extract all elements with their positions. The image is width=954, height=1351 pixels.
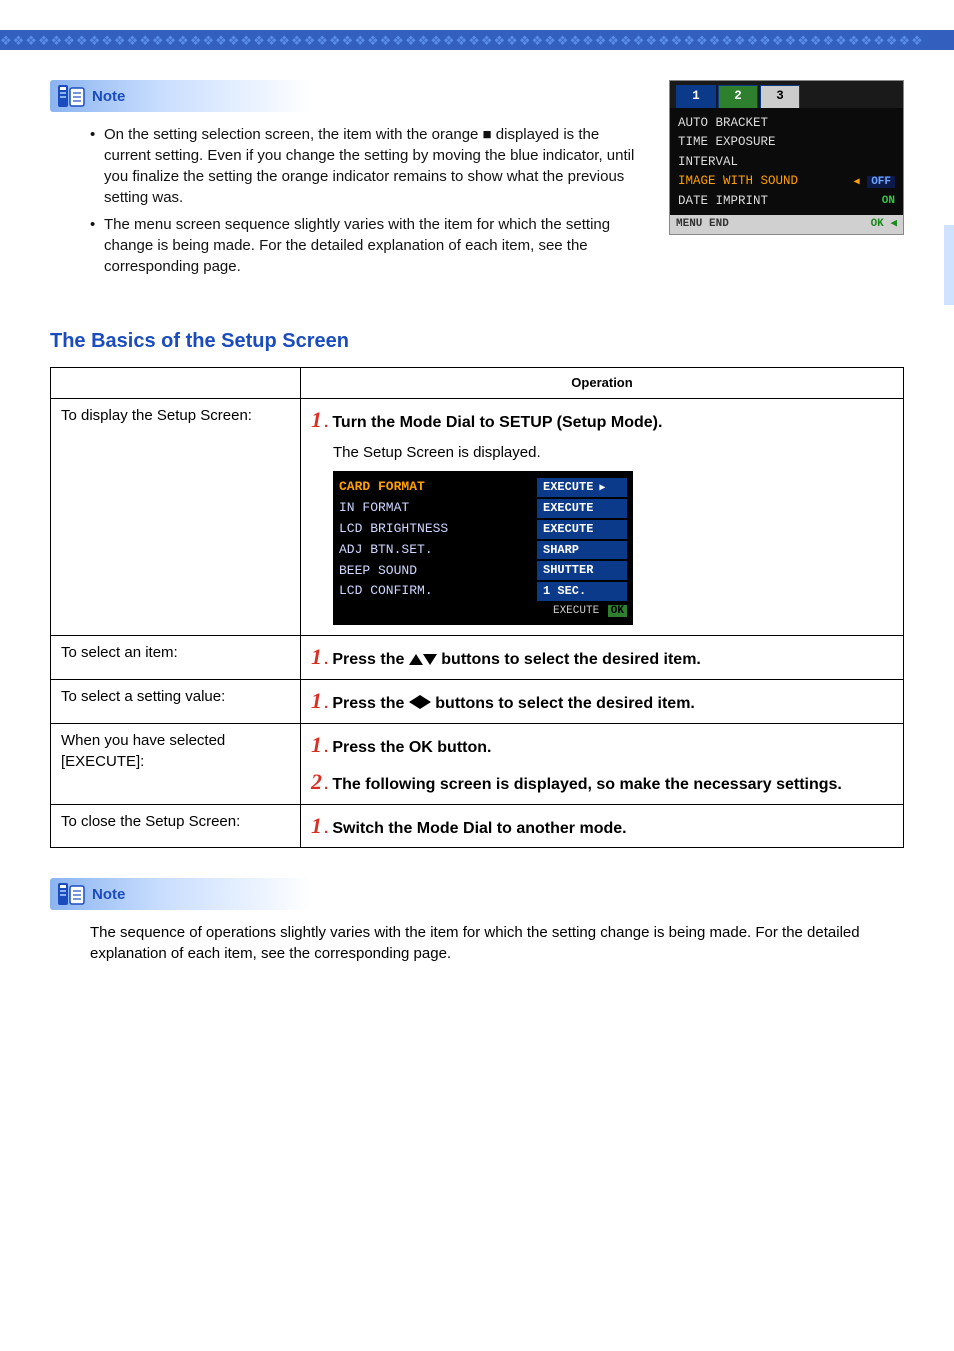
lcd-value: EXECUTE [537, 478, 627, 497]
row-operation: 1. Press the buttons to select the desir… [301, 680, 904, 724]
setup-basics-table: Operation To display the Setup Screen: 1… [50, 367, 904, 848]
camera-menu-screenshot: 1 2 3 AUTO BRACKET TIME EXPOSURE INTERVA… [669, 80, 904, 235]
row-operation: 1. Press the buttons to select the desir… [301, 636, 904, 680]
right-arrow-icon [420, 695, 431, 709]
lcd-label: ADJ BTN.SET. [339, 541, 433, 559]
menu-item: DATE IMPRINT [678, 193, 768, 211]
left-arrow-icon [409, 695, 420, 709]
row-label: To display the Setup Screen: [51, 399, 301, 636]
row-label: When you have selected [EXECUTE]: [51, 723, 301, 804]
lcd-label: BEEP SOUND [339, 562, 417, 580]
up-arrow-icon [409, 654, 423, 665]
menu-footer-right: OK ◀ [871, 217, 897, 232]
menu-tab-3: 3 [760, 85, 800, 108]
note-header: Note [50, 80, 325, 112]
note-label: Note [92, 884, 125, 905]
menu-value-off: OFF [867, 176, 895, 188]
row-label: To close the Setup Screen: [51, 804, 301, 848]
menu-item-highlighted: IMAGE WITH SOUND [678, 173, 798, 191]
row-operation: 1. Switch the Mode Dial to another mode. [301, 804, 904, 848]
menu-footer-left: MENU END [676, 217, 729, 232]
step-text-b: buttons to select the desired item. [437, 651, 701, 668]
section-heading: The Basics of the Setup Screen [50, 327, 904, 355]
lcd-footer: EXECUTE OK [339, 602, 627, 619]
step-text-a: Press the [332, 651, 408, 668]
down-arrow-icon [423, 654, 437, 665]
table-header-operation: Operation [301, 368, 904, 399]
note-item: On the setting selection screen, the ite… [90, 124, 650, 208]
menu-tab-2: 2 [718, 85, 758, 108]
lcd-label: IN FORMAT [339, 499, 409, 517]
step-text-a: Press the [332, 695, 408, 712]
lcd-value: SHUTTER [537, 561, 627, 580]
lcd-label: LCD CONFIRM. [339, 582, 433, 600]
lcd-label: LCD BRIGHTNESS [339, 520, 448, 538]
note-label: Note [92, 86, 125, 107]
lcd-value: 1 SEC. [537, 582, 627, 601]
note-icon [56, 881, 86, 907]
menu-value-on: ON [882, 194, 895, 209]
setup-lcd-screenshot: CARD FORMAT EXECUTE IN FORMAT EXECUTE LCD … [333, 471, 633, 625]
lcd-value: EXECUTE [537, 499, 627, 518]
table-header-blank [51, 368, 301, 399]
menu-tab-1: 1 [676, 85, 716, 108]
lcd-label: CARD FORMAT [339, 478, 425, 496]
row-label: To select an item: [51, 636, 301, 680]
row-operation: 1. Press the OK button. 2. The following… [301, 723, 904, 804]
decorative-top-border [0, 30, 954, 50]
menu-item: TIME EXPOSURE [678, 134, 776, 152]
step-text: Press the OK button. [332, 739, 491, 756]
row-operation: 1. Turn the Mode Dial to SETUP (Setup Mo… [301, 399, 904, 636]
step-text: The following screen is displayed, so ma… [332, 776, 842, 793]
menu-item: AUTO BRACKET [678, 115, 768, 133]
note-paragraph: The sequence of operations slightly vari… [50, 922, 880, 964]
step-text-b: buttons to select the desired item. [431, 695, 695, 712]
step-text: Turn the Mode Dial to SETUP (Setup Mode)… [332, 414, 662, 431]
note-header: Note [50, 878, 325, 910]
note-icon [56, 83, 86, 109]
note-item: The menu screen sequence slightly varies… [90, 214, 650, 277]
row-label: To select a setting value: [51, 680, 301, 724]
step-text: Switch the Mode Dial to another mode. [332, 820, 626, 837]
lcd-value: SHARP [537, 541, 627, 560]
lcd-value: EXECUTE [537, 520, 627, 539]
page-side-tab [944, 225, 954, 305]
step-subtext: The Setup Screen is displayed. [333, 442, 893, 463]
menu-item: INTERVAL [678, 154, 738, 172]
